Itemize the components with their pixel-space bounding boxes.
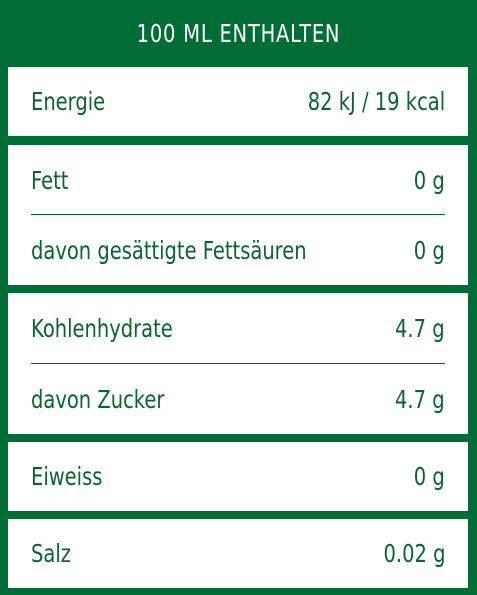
row-divider — [31, 363, 445, 364]
carbohydrates-label: Kohlenhydrate — [31, 314, 173, 343]
salt-label: Salz — [31, 539, 71, 568]
sugar-label: davon Zucker — [31, 385, 165, 414]
nutrition-row-carbohydrates: Kohlenhydrate 4.7 g — [31, 293, 445, 364]
salt-section: Salz 0.02 g — [8, 519, 468, 588]
nutrition-row-saturated-fat: davon gesättigte Fettsäuren 0 g — [31, 216, 445, 285]
protein-value: 0 g — [414, 462, 445, 491]
saturated-fat-label: davon gesättigte Fettsäuren — [31, 236, 307, 265]
energy-label: Energie — [31, 87, 106, 116]
fat-label: Fett — [31, 166, 69, 195]
fat-section: Fett 0 g davon gesättigte Fettsäuren 0 g — [8, 145, 468, 285]
row-divider — [31, 214, 445, 215]
salt-value: 0.02 g — [383, 539, 445, 568]
energy-value: 82 kJ / 19 kcal — [307, 87, 445, 116]
nutrition-row-salt: Salz 0.02 g — [31, 519, 445, 588]
nutrition-row-protein: Eiweiss 0 g — [31, 442, 445, 511]
energy-section: Energie 82 kJ / 19 kcal — [8, 67, 468, 136]
protein-label: Eiweiss — [31, 462, 103, 491]
nutrition-row-energy: Energie 82 kJ / 19 kcal — [31, 67, 445, 136]
carbohydrates-value: 4.7 g — [395, 314, 445, 343]
nutrition-row-fat: Fett 0 g — [31, 145, 445, 216]
fat-value: 0 g — [414, 166, 445, 195]
sugar-value: 4.7 g — [395, 385, 445, 414]
protein-section: Eiweiss 0 g — [8, 442, 468, 511]
nutrition-row-sugar: davon Zucker 4.7 g — [31, 365, 445, 434]
carbohydrates-section: Kohlenhydrate 4.7 g davon Zucker 4.7 g — [8, 293, 468, 434]
saturated-fat-value: 0 g — [414, 236, 445, 265]
table-title: 100 ML ENTHALTEN — [136, 18, 341, 48]
